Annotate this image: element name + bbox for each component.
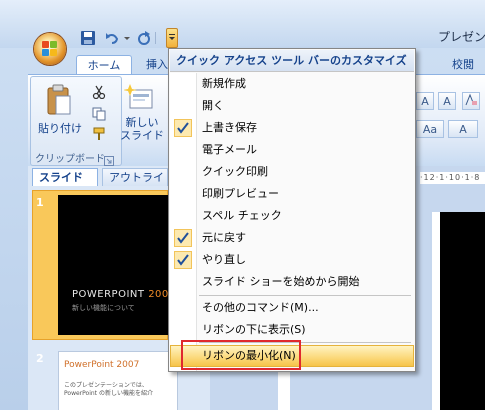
new-slide-label-2[interactable]: スライド: [120, 129, 164, 142]
menu-item-print-preview[interactable]: 印刷プレビュー: [170, 183, 414, 205]
copy-icon[interactable]: [92, 106, 106, 121]
office-logo-icon: [42, 41, 58, 57]
menu-item-new[interactable]: 新規作成: [170, 73, 414, 95]
undo-dropdown-icon[interactable]: [122, 30, 132, 48]
menu-item-save[interactable]: 上書き保存: [170, 117, 414, 139]
slide-number-1: 1: [36, 196, 44, 209]
shrink-font-button[interactable]: A: [438, 92, 456, 110]
paste-icon[interactable]: [46, 84, 72, 116]
slide-1-subtitle: 新しい機能について: [72, 304, 135, 312]
dialog-launcher-icon[interactable]: [104, 151, 114, 166]
office-button[interactable]: [34, 33, 66, 65]
new-slide-label-1[interactable]: 新しい: [122, 116, 162, 129]
format-painter-icon[interactable]: [92, 126, 106, 140]
tab-review[interactable]: 校閲: [452, 55, 474, 75]
grow-font-button[interactable]: A: [416, 92, 434, 110]
save-icon[interactable]: [80, 30, 98, 48]
qat-separator: [154, 30, 164, 48]
redo-icon[interactable]: [136, 30, 154, 48]
window-title: プレゼンテ: [438, 30, 485, 44]
menu-item-email[interactable]: 電子メール: [170, 139, 414, 161]
menu-separator: [199, 295, 411, 296]
slide-2-body: このプレゼンテーションでは、 PowerPoint の新しい機能を紹介: [64, 382, 153, 397]
menu-item-quick-print[interactable]: クイック印刷: [170, 161, 414, 183]
powerpoint-window: プレゼンテ ホーム 挿入 校閲: [0, 0, 485, 410]
clear-format-icon[interactable]: [462, 92, 480, 110]
menu-item-spell-check[interactable]: スペル チェック: [170, 205, 414, 227]
menu-item-more-commands[interactable]: その他のコマンド(M)...: [170, 297, 414, 319]
change-case-button[interactable]: Aa: [416, 120, 444, 138]
tab-slides[interactable]: スライド: [32, 168, 98, 186]
menu-item-redo[interactable]: やり直し: [170, 249, 414, 271]
slide-number-2: 2: [36, 352, 44, 365]
qat-customize-menu: クイック アクセス ツール バーのカスタマイズ 新規作成 開く 上書き保存 電子…: [168, 48, 416, 372]
tab-home[interactable]: ホーム: [76, 55, 132, 76]
highlight-annotation-box: [181, 340, 301, 370]
menu-header: クイック アクセス ツール バーのカスタマイズ: [170, 50, 414, 72]
horizontal-ruler: ·12·1·10·1·8: [420, 172, 485, 184]
qat-customize-dropdown-button[interactable]: [166, 28, 178, 48]
tab-outline[interactable]: アウトライン: [102, 168, 168, 202]
font-color-button[interactable]: A: [448, 120, 478, 138]
slide-canvas[interactable]: [432, 212, 485, 410]
checkmark-icon: [174, 119, 192, 137]
title-bar: プレゼンテ: [0, 0, 485, 48]
paste-button-label[interactable]: 貼り付け: [38, 122, 82, 135]
menu-item-open[interactable]: 開く: [170, 95, 414, 117]
new-slide-icon[interactable]: [123, 84, 154, 112]
chevron-down-icon: [169, 34, 175, 40]
menu-item-start-slideshow[interactable]: スライド ショーを始めから開始: [170, 271, 414, 293]
menu-item-show-below-ribbon[interactable]: リボンの下に表示(S): [170, 319, 414, 341]
menu-item-undo[interactable]: 元に戻す: [170, 227, 414, 249]
quick-access-toolbar: [78, 30, 170, 50]
undo-icon[interactable]: [104, 30, 122, 48]
slide-thumbnail-1[interactable]: [58, 195, 176, 335]
slide-1-title: POWERPOINT 2007: [72, 289, 176, 300]
checkmark-icon: [174, 251, 192, 269]
checkmark-icon: [174, 229, 192, 247]
cut-icon[interactable]: [92, 84, 106, 100]
clipboard-group-label: クリップボード: [35, 154, 105, 165]
tab-insert[interactable]: 挿入: [146, 55, 168, 75]
slide-2-title: PowerPoint 2007: [64, 360, 140, 370]
